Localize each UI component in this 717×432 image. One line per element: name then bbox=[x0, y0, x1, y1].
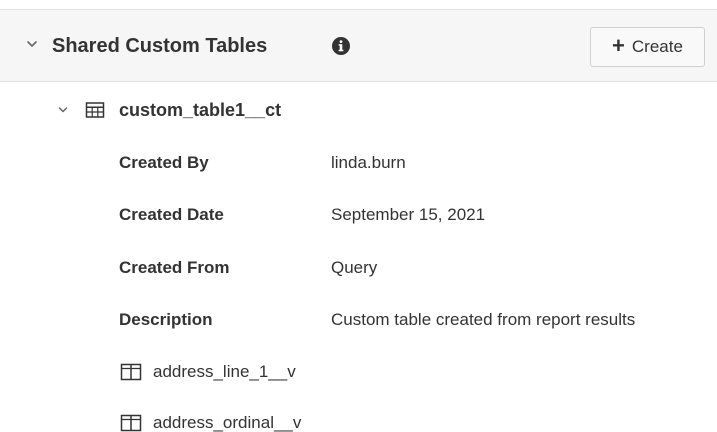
property-value: Query bbox=[331, 258, 378, 277]
column-name[interactable]: address_ordinal__v bbox=[153, 411, 301, 432]
section-header[interactable]: Shared Custom Tables + Create bbox=[0, 10, 717, 82]
section-title: Shared Custom Tables bbox=[52, 35, 268, 57]
table-grid-icon bbox=[85, 102, 105, 118]
column-item[interactable]: address_line_1__v bbox=[0, 357, 717, 387]
property-row: Created By linda.burn bbox=[0, 148, 717, 178]
table-name[interactable]: custom_table1__ct bbox=[119, 98, 281, 122]
property-row: Created Date September 15, 2021 bbox=[0, 200, 717, 230]
chevron-down-icon[interactable] bbox=[26, 38, 38, 50]
property-label: Description bbox=[119, 310, 213, 329]
plus-icon: + bbox=[612, 33, 625, 58]
property-label: Created Date bbox=[119, 205, 224, 224]
property-value: Custom table created from report results bbox=[331, 310, 636, 329]
column-name[interactable]: address_line_1__v bbox=[153, 360, 296, 384]
custom-tables-panel: Shared Custom Tables + Create custom_tab… bbox=[0, 0, 717, 432]
column-item[interactable]: address_ordinal__v bbox=[0, 408, 717, 432]
chevron-down-icon[interactable] bbox=[58, 105, 68, 115]
property-row: Description Custom table created from re… bbox=[0, 305, 717, 335]
property-label: Created From bbox=[119, 258, 230, 277]
property-label: Created By bbox=[119, 153, 209, 172]
property-value: linda.burn bbox=[331, 153, 406, 172]
table-tree-node[interactable]: custom_table1__ct bbox=[0, 90, 717, 130]
column-icon bbox=[120, 363, 142, 381]
property-row: Created From Query bbox=[0, 253, 717, 283]
property-value: September 15, 2021 bbox=[331, 205, 486, 224]
info-circle-icon[interactable] bbox=[331, 36, 351, 56]
top-divider bbox=[0, 0, 717, 10]
create-button-label: Create bbox=[631, 37, 683, 56]
create-button[interactable]: + Create bbox=[590, 27, 705, 67]
column-icon bbox=[120, 414, 142, 432]
